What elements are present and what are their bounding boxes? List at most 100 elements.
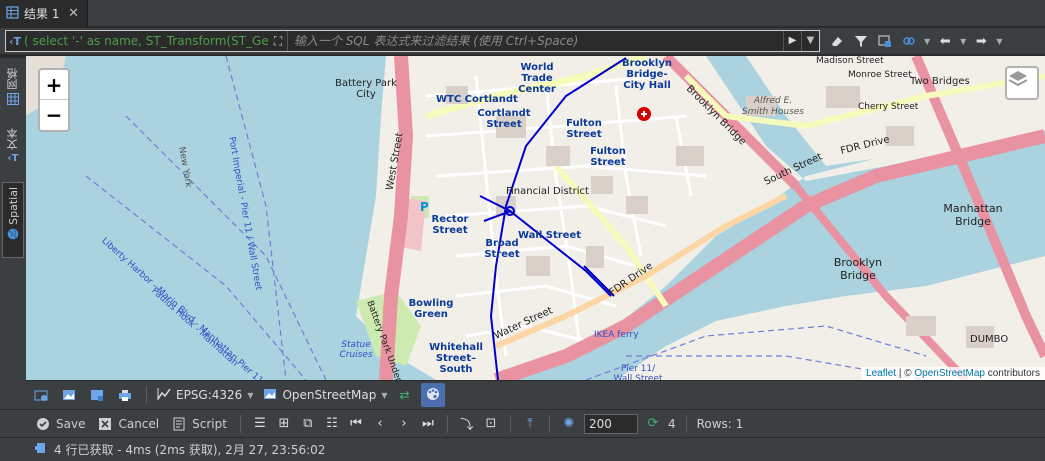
delete-row-icon[interactable]: ☷ — [323, 415, 341, 433]
filter-bar: ‹T ( select '-' as name, ST_Transform(ST… — [0, 28, 1045, 54]
refresh-count: 4 — [667, 416, 676, 431]
refresh-icon[interactable]: ⟳ — [644, 415, 662, 433]
chevron-down-icon: ▼ — [247, 390, 254, 400]
cancel-label: Cancel — [118, 416, 160, 431]
save-label: Save — [56, 416, 86, 431]
table-icon — [6, 5, 19, 22]
filter-tools: ▼ ⬅ ▼ ➡ ▼ — [828, 32, 1002, 50]
map-view[interactable]: P World Trade Center Brooklyn Bridge- Ci… — [26, 56, 1045, 380]
separator — [509, 414, 511, 433]
print-icon — [117, 387, 133, 403]
add-row-icon[interactable]: ⊞ — [275, 415, 293, 433]
side-tab-label: 网格 — [6, 68, 19, 90]
osm-link[interactable]: OpenStreetMap — [914, 368, 985, 379]
chart-line-icon — [157, 387, 171, 404]
link-icon[interactable] — [900, 32, 918, 50]
tiles-label: OpenStreetMap — [282, 388, 377, 402]
status-bar: 4 行已获取 - 4ms (2ms 获取), 2月 27, 23:56:02 — [0, 438, 1045, 461]
chevron-down-icon: ▼ — [381, 390, 388, 400]
image-button[interactable] — [58, 384, 80, 406]
script-icon — [171, 416, 187, 432]
script-label: Script — [192, 416, 227, 431]
image-icon — [61, 387, 77, 403]
attribution-tail: contributors — [984, 368, 1040, 379]
panel-switcher: 网格 文本 ‹T Spatial — [0, 58, 26, 381]
chevron-down-icon[interactable]: ▼ — [996, 37, 1002, 46]
swap-button[interactable]: ⇄ — [393, 384, 415, 406]
fetch-size-input[interactable] — [583, 413, 638, 434]
zoom-out-button[interactable]: − — [40, 100, 68, 130]
pin-icon[interactable]: ⤵ — [458, 415, 476, 433]
leaflet-link[interactable]: Leaflet — [866, 368, 896, 379]
eraser-icon[interactable] — [828, 32, 846, 50]
zoom-to-fit-button[interactable] — [30, 384, 52, 406]
separator — [239, 414, 241, 433]
separator — [446, 414, 448, 433]
copy-row-icon[interactable]: ⧉ — [299, 415, 317, 433]
map-toolbar: EPSG:4326 ▼ OpenStreetMap ▼ ⇄ — [0, 381, 1045, 409]
tab-title: 结果 1 — [24, 7, 60, 21]
arrow-right-icon[interactable]: ➡ — [972, 32, 990, 50]
results-toolbar: Save Cancel Script ☰ ⊞ ⧉ ☷ ⏮ ‹ › ⏭ ⤵ ⊡ ⤒… — [0, 410, 1045, 437]
cancel-button[interactable]: Cancel — [94, 413, 162, 435]
separator — [548, 414, 550, 433]
side-tab-text[interactable]: 文本 ‹T — [2, 128, 24, 176]
side-tab-label: 文本 — [6, 128, 19, 150]
filter-type-icon[interactable]: ‹T — [6, 35, 24, 48]
chevron-down-icon[interactable]: ▼ — [801, 31, 819, 51]
chevron-down-icon[interactable]: ▼ — [960, 37, 966, 46]
parking-icon: P — [420, 200, 429, 214]
globe-icon — [7, 228, 19, 243]
side-tab-label: Spatial — [6, 187, 20, 225]
print-button[interactable] — [114, 384, 136, 406]
crs-selector[interactable]: EPSG:4326 ▼ — [157, 387, 253, 404]
status-icon — [34, 441, 48, 458]
crs-label: EPSG:4326 — [176, 388, 243, 402]
tab-bar: 结果 1 ✕ — [0, 0, 1045, 27]
palette-button[interactable] — [421, 383, 446, 407]
map-attribution: Leaflet | © OpenStreetMap contributors — [861, 367, 1045, 380]
save-image-button[interactable] — [86, 384, 108, 406]
filter-icon[interactable] — [852, 32, 870, 50]
image-icon — [263, 387, 277, 404]
map-tiles[interactable]: P — [26, 56, 1045, 380]
zoom-in-button[interactable]: + — [40, 70, 68, 100]
side-tab-spatial[interactable]: Spatial — [2, 182, 24, 258]
filter-input[interactable] — [287, 31, 783, 51]
app-window: 结果 1 ✕ ‹T ( select '-' as name, ST_Trans… — [0, 0, 1045, 461]
chevron-down-icon[interactable]: ▼ — [924, 37, 930, 46]
expand-icon[interactable]: ⛶ — [269, 34, 287, 49]
fit-icon[interactable]: ⊡ — [482, 415, 500, 433]
zoom-control: + − — [38, 68, 70, 132]
palette-icon — [426, 387, 440, 404]
text-icon: ‹T — [7, 153, 19, 164]
frame-icon — [33, 387, 49, 403]
tab-result-1[interactable]: 结果 1 ✕ — [0, 0, 88, 27]
previous-page-icon[interactable]: ‹ — [371, 415, 389, 433]
next-page-icon[interactable]: › — [395, 415, 413, 433]
run-filter-icon[interactable]: ▶ — [783, 31, 801, 51]
arrow-left-icon[interactable]: ⬅ — [936, 32, 954, 50]
separator — [146, 386, 147, 404]
export-icon[interactable]: ⤒ — [521, 415, 539, 433]
close-icon[interactable]: ✕ — [68, 6, 79, 21]
close-icon — [97, 416, 113, 432]
side-tab-grid[interactable]: 网格 — [2, 68, 24, 118]
script-button[interactable]: Script — [168, 413, 230, 435]
edit-row-icon[interactable]: ☰ — [251, 415, 269, 433]
fetch-settings-icon[interactable]: ✺ — [560, 415, 578, 433]
status-text: 4 行已获取 - 4ms (2ms 获取), 2月 27, 23:56:02 — [54, 443, 326, 457]
last-page-icon[interactable]: ⏭ — [419, 415, 437, 433]
save-button[interactable]: Save — [32, 413, 88, 435]
rows-count: Rows: 1 — [696, 416, 744, 431]
tile-selector[interactable]: OpenStreetMap ▼ — [263, 387, 387, 404]
filter-expression[interactable]: ( select '-' as name, ST_Transform(ST_Ge — [24, 34, 269, 48]
grid-icon — [7, 93, 19, 108]
check-icon — [35, 416, 51, 432]
attribution-separator: | © — [896, 368, 915, 379]
layers-button[interactable] — [1005, 66, 1039, 100]
separator — [685, 414, 687, 433]
first-page-icon[interactable]: ⏮ — [347, 415, 365, 433]
filter-box: ‹T ( select '-' as name, ST_Transform(ST… — [5, 30, 820, 52]
filter-settings-icon[interactable] — [876, 32, 894, 50]
